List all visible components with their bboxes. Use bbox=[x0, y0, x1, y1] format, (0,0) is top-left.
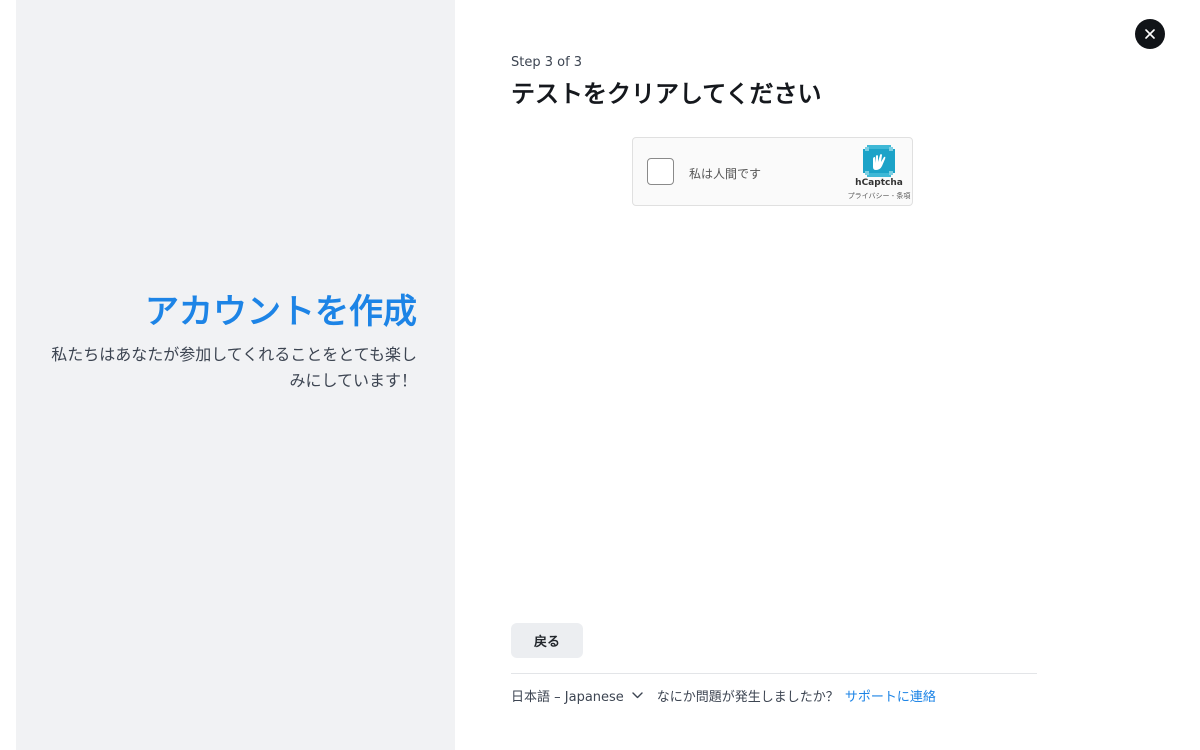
step-indicator: Step 3 of 3 bbox=[511, 55, 583, 70]
help-text: なにか問題が発生しましたか？ bbox=[656, 690, 839, 705]
footer-divider bbox=[511, 673, 1037, 674]
hcaptcha-widget: 私は人間です hCaptcha プライバシー - 条項 bbox=[632, 137, 913, 206]
hcaptcha-logo-icon bbox=[863, 145, 895, 177]
left-panel-title: アカウントを作成 bbox=[145, 292, 417, 332]
captcha-terms-links[interactable]: プライバシー - 条項 bbox=[833, 191, 925, 201]
support-link[interactable]: サポートに連絡 bbox=[845, 686, 936, 705]
language-label: 日本語 – Japanese bbox=[511, 690, 624, 705]
footer: 日本語 – Japanese なにか問題が発生しましたか？ サポートに連絡 bbox=[511, 686, 936, 705]
chevron-down-icon bbox=[632, 692, 643, 699]
captcha-brand: hCaptcha bbox=[855, 178, 903, 188]
close-icon bbox=[1145, 29, 1155, 39]
back-button[interactable]: 戻る bbox=[511, 623, 583, 658]
left-panel-description: 私たちはあなたが参加してくれることをとても楽しみにしています！ bbox=[51, 345, 417, 390]
captcha-checkbox[interactable] bbox=[647, 158, 674, 185]
captcha-label: 私は人間です bbox=[689, 167, 762, 181]
left-panel: アカウントを作成 私たちはあなたが参加してくれることをとても楽しみにしています！ bbox=[16, 0, 455, 750]
language-selector[interactable]: 日本語 – Japanese bbox=[511, 686, 643, 705]
close-button[interactable] bbox=[1135, 19, 1165, 49]
page-title: テストをクリアしてください bbox=[511, 80, 822, 108]
